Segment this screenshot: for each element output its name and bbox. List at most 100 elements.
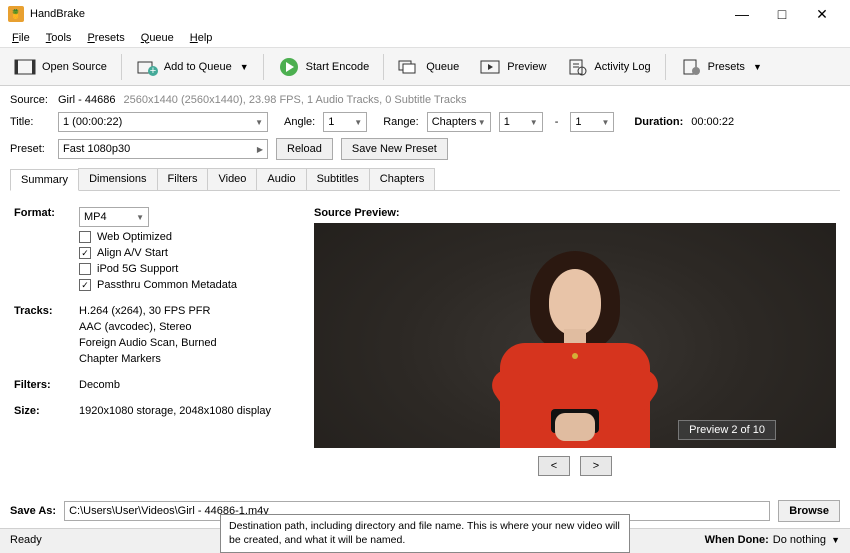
- range-label: Range:: [383, 116, 418, 128]
- chevron-down-icon: ▼: [240, 62, 249, 72]
- presets-icon: [680, 57, 702, 77]
- range-dash: -: [555, 116, 559, 128]
- start-encode-label: Start Encode: [306, 61, 370, 73]
- angle-select[interactable]: 1▼: [323, 112, 367, 132]
- titlebar: 🍍 HandBrake — □ ✕: [0, 0, 850, 28]
- preview-counter-badge: Preview 2 of 10: [678, 420, 776, 440]
- menu-presets[interactable]: Presets: [81, 30, 130, 46]
- web-optimized-checkbox[interactable]: Web Optimized: [79, 231, 294, 243]
- preview-button[interactable]: Preview: [471, 53, 554, 81]
- play-icon: [278, 57, 300, 77]
- activity-log-button[interactable]: Activity Log: [558, 53, 658, 81]
- content: Source: Girl - 44686 2560x1440 (2560x144…: [0, 86, 850, 494]
- ipod-checkbox[interactable]: iPod 5G Support: [79, 263, 294, 275]
- preview-label: Preview: [507, 61, 546, 73]
- chevron-down-icon: ▼: [831, 535, 840, 545]
- svg-text:+: +: [150, 65, 156, 76]
- align-av-checkbox[interactable]: ✓Align A/V Start: [79, 247, 294, 259]
- film-icon: [14, 57, 36, 77]
- title-label: Title:: [10, 116, 50, 128]
- range-to: 1: [575, 116, 581, 128]
- add-queue-icon: +: [136, 57, 158, 77]
- tab-filters[interactable]: Filters: [157, 168, 209, 190]
- angle-value: 1: [328, 116, 334, 128]
- start-encode-button[interactable]: Start Encode: [270, 53, 378, 81]
- tracks-label: Tracks:: [14, 305, 69, 365]
- passthru-checkbox[interactable]: ✓Passthru Common Metadata: [79, 279, 294, 291]
- track-line: Chapter Markers: [79, 353, 294, 365]
- minimize-button[interactable]: —: [722, 0, 762, 28]
- size-value: 1920x1080 storage, 2048x1080 display: [79, 405, 294, 417]
- range-type-select[interactable]: Chapters▼: [427, 112, 491, 132]
- preview-prev-button[interactable]: <: [538, 456, 570, 476]
- angle-label: Angle:: [284, 116, 315, 128]
- preview-icon: [479, 57, 501, 77]
- when-done-select[interactable]: Do nothing ▼: [773, 534, 840, 546]
- tab-dimensions[interactable]: Dimensions: [78, 168, 157, 190]
- add-queue-label: Add to Queue: [164, 61, 232, 73]
- preset-label: Preset:: [10, 143, 50, 155]
- filters-label: Filters:: [14, 379, 69, 391]
- activity-label: Activity Log: [594, 61, 650, 73]
- menubar: File Tools Presets Queue Help: [0, 28, 850, 48]
- range-type: Chapters: [432, 116, 477, 128]
- tab-summary[interactable]: Summary: [10, 169, 79, 191]
- maximize-button[interactable]: □: [762, 0, 802, 28]
- track-line: Foreign Audio Scan, Burned: [79, 337, 294, 349]
- tab-audio[interactable]: Audio: [256, 168, 306, 190]
- title-row: Title: 1 (00:00:22)▼ Angle: 1▼ Range: Ch…: [10, 112, 840, 132]
- queue-button[interactable]: Queue: [390, 53, 467, 81]
- queue-icon: [398, 57, 420, 77]
- tab-chapters[interactable]: Chapters: [369, 168, 436, 190]
- add-to-queue-button[interactable]: + Add to Queue ▼: [128, 53, 257, 81]
- preset-select[interactable]: Fast 1080p30▶: [58, 139, 268, 159]
- close-button[interactable]: ✕: [802, 0, 842, 28]
- menu-help[interactable]: Help: [184, 30, 219, 46]
- track-line: H.264 (x264), 30 FPS PFR: [79, 305, 294, 317]
- preview-image: Preview 2 of 10: [314, 223, 836, 448]
- range-to-select[interactable]: 1▼: [570, 112, 614, 132]
- menu-queue[interactable]: Queue: [135, 30, 180, 46]
- source-name: Girl - 44686: [58, 94, 115, 106]
- save-preset-button[interactable]: Save New Preset: [341, 138, 448, 160]
- tab-subtitles[interactable]: Subtitles: [306, 168, 370, 190]
- tab-video[interactable]: Video: [207, 168, 257, 190]
- preview-next-button[interactable]: >: [580, 456, 612, 476]
- filters-value: Decomb: [79, 379, 294, 391]
- summary-left: Format: MP4▼ Web Optimized ✓Align A/V St…: [14, 207, 294, 476]
- log-icon: [566, 57, 588, 77]
- menu-file[interactable]: File: [6, 30, 36, 46]
- open-source-label: Open Source: [42, 61, 107, 73]
- menu-tools[interactable]: Tools: [40, 30, 78, 46]
- app-icon: 🍍: [8, 6, 24, 22]
- source-label: Source:: [10, 94, 50, 106]
- preview-pane: Source Preview: Preview 2 of 10 < >: [314, 207, 836, 476]
- title-select[interactable]: 1 (00:00:22)▼: [58, 112, 268, 132]
- save-as-row: Save As: C:\Users\User\Videos\Girl - 446…: [0, 494, 850, 528]
- open-source-button[interactable]: Open Source: [6, 53, 115, 81]
- presets-label: Presets: [708, 61, 745, 73]
- status-text: Ready: [10, 534, 42, 546]
- save-as-label: Save As:: [10, 505, 56, 517]
- tab-body: Format: MP4▼ Web Optimized ✓Align A/V St…: [10, 197, 840, 486]
- tabs: Summary Dimensions Filters Video Audio S…: [10, 168, 840, 191]
- range-from: 1: [504, 116, 510, 128]
- range-from-select[interactable]: 1▼: [499, 112, 543, 132]
- preset-value: Fast 1080p30: [63, 143, 130, 155]
- reload-button[interactable]: Reload: [276, 138, 333, 160]
- duration-label: Duration:: [634, 116, 683, 128]
- source-row: Source: Girl - 44686 2560x1440 (2560x144…: [10, 94, 840, 106]
- format-label: Format:: [14, 207, 69, 291]
- source-meta: 2560x1440 (2560x1440), 23.98 FPS, 1 Audi…: [123, 94, 466, 106]
- browse-button[interactable]: Browse: [778, 500, 840, 522]
- title-value: 1 (00:00:22): [63, 116, 122, 128]
- app-title: HandBrake: [30, 8, 85, 20]
- preset-row: Preset: Fast 1080p30▶ Reload Save New Pr…: [10, 138, 840, 160]
- when-done-label: When Done:: [705, 534, 769, 546]
- toolbar: Open Source + Add to Queue ▼ Start Encod…: [0, 48, 850, 86]
- duration-value: 00:00:22: [691, 116, 734, 128]
- presets-button[interactable]: Presets ▼: [672, 53, 770, 81]
- save-as-tooltip: Destination path, including directory an…: [220, 514, 630, 553]
- queue-label: Queue: [426, 61, 459, 73]
- format-select[interactable]: MP4▼: [79, 207, 149, 227]
